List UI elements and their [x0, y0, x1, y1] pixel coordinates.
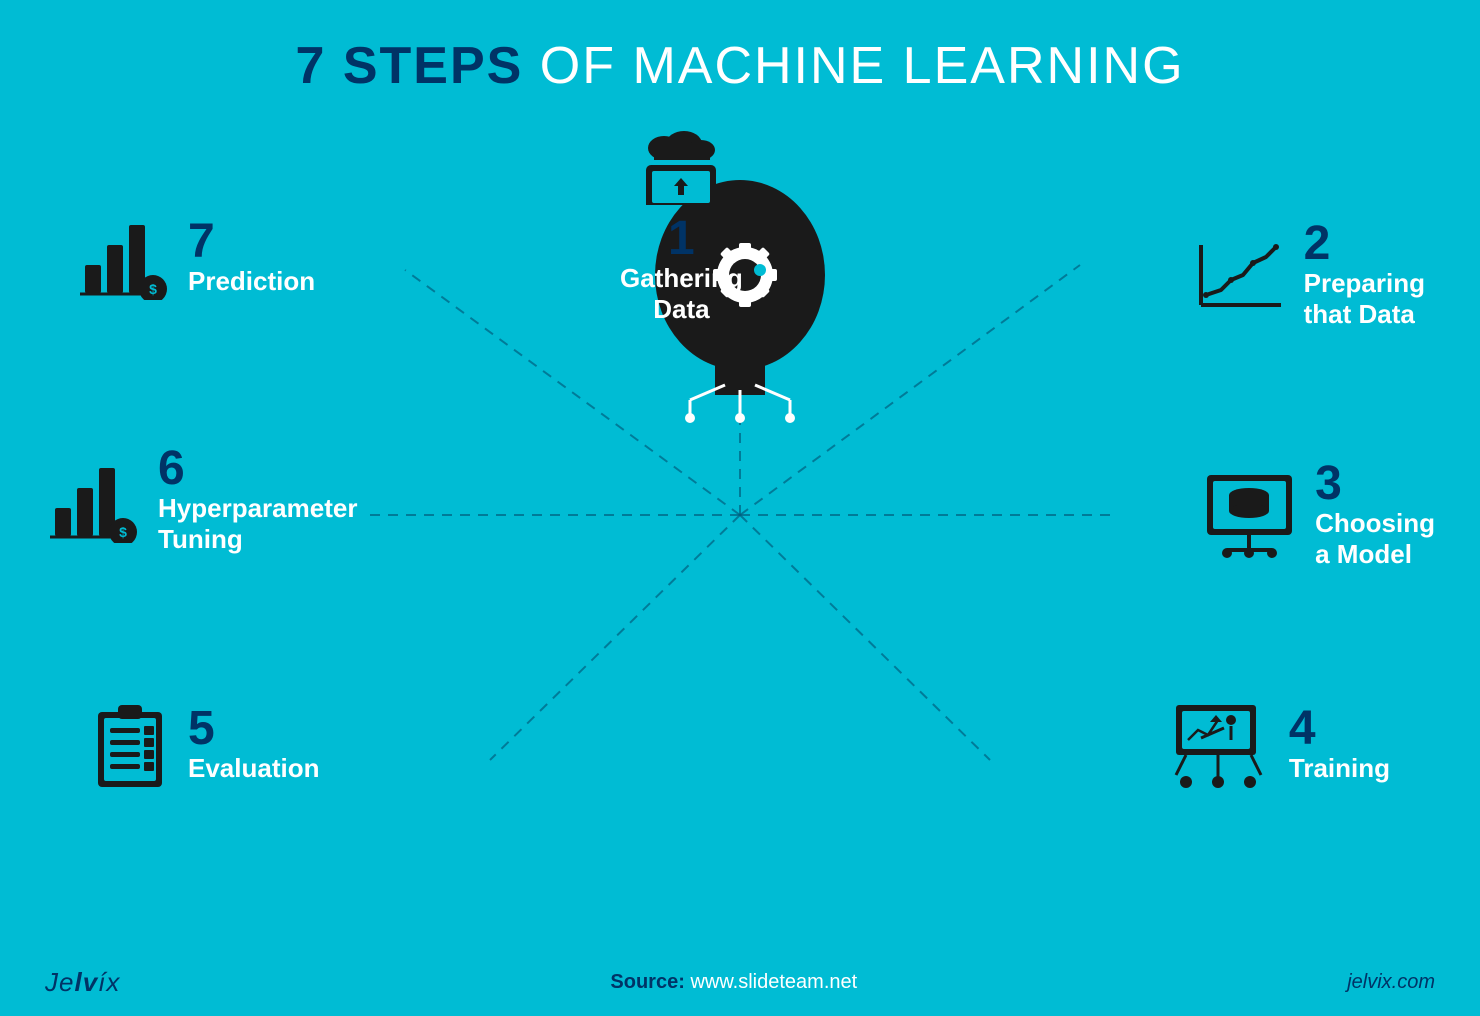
step-4-label: Training: [1289, 753, 1390, 784]
preparing-data-icon: [1191, 235, 1286, 315]
footer-source: Source: www.slideteam.net: [610, 971, 857, 994]
step-4: 4 Training: [1166, 700, 1390, 790]
step-7-label: Prediction: [188, 266, 315, 297]
step-2: 2 Preparingthat Data: [1191, 220, 1425, 330]
step-3-number: 3: [1315, 460, 1435, 508]
prediction-icon: $: [75, 215, 170, 300]
footer: Jelvíx Source: www.slideteam.net jelvix.…: [0, 967, 1480, 998]
hyperparameter-icon: $: [45, 458, 140, 543]
step-5-label: Evaluation: [188, 753, 319, 784]
svg-text:$: $: [119, 524, 127, 540]
step-2-number: 2: [1304, 220, 1425, 268]
step-6: $ 6 HyperparameterTuning: [45, 445, 357, 555]
step-5: 5 Evaluation: [90, 700, 319, 790]
step-5-number: 5: [188, 705, 319, 753]
step-3: 3 Choosinga Model: [1202, 460, 1435, 570]
choosing-model-icon: [1202, 470, 1297, 560]
page-title: 7 STEPS OF MACHINE LEARNING: [0, 0, 1480, 96]
footer-right-text: jelvix.com: [1347, 971, 1435, 994]
svg-text:$: $: [149, 281, 157, 297]
training-icon: [1166, 700, 1271, 790]
footer-logo: Jelvíx: [45, 967, 120, 998]
source-label: Source:: [610, 971, 684, 993]
step-7-number: 7: [188, 218, 315, 266]
step-4-number: 4: [1289, 705, 1390, 753]
step-1: 1 GatheringData: [620, 130, 743, 325]
step-6-label: HyperparameterTuning: [158, 493, 357, 555]
gathering-data-icon: [636, 130, 726, 205]
step-1-number: 1: [620, 215, 743, 263]
step-6-number: 6: [158, 445, 357, 493]
step-2-label: Preparingthat Data: [1304, 268, 1425, 330]
step-1-label: GatheringData: [620, 263, 743, 325]
step-7: $ 7 Prediction: [75, 215, 315, 300]
step-3-label: Choosinga Model: [1315, 508, 1435, 570]
source-url: www.slideteam.net: [690, 971, 857, 993]
title-bold: 7 STEPS: [295, 37, 523, 95]
title-rest: OF MACHINE LEARNING: [523, 37, 1184, 95]
evaluation-icon: [90, 700, 170, 790]
